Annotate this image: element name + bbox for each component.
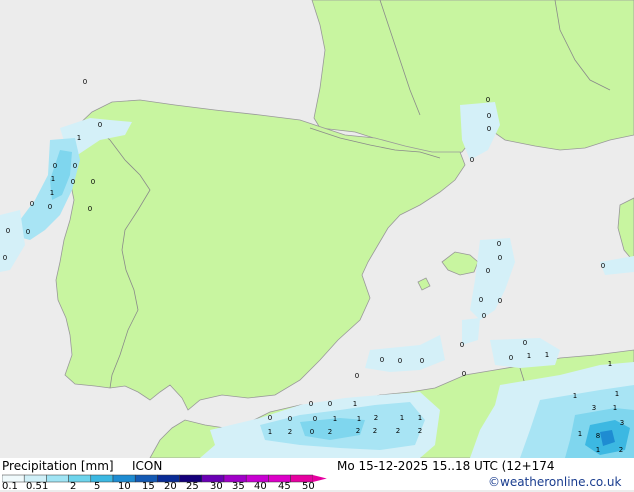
precip-value: 0 <box>479 296 483 304</box>
precip-value: 1 <box>357 415 361 423</box>
precip-value: 0 <box>460 341 464 349</box>
model-name: ICON <box>132 459 163 473</box>
precip-value: 2 <box>619 446 623 454</box>
precip-value: 2 <box>288 428 292 436</box>
legend-tick-label: 15 <box>142 481 155 492</box>
precip-value: 0 <box>487 125 491 133</box>
precip-value: 1 <box>51 175 55 183</box>
precip-value: 3 <box>620 419 624 427</box>
precip-value: 0 <box>497 240 501 248</box>
precip-value: 1 <box>50 189 54 197</box>
precip-value: 2 <box>396 427 400 435</box>
precip-value: 2 <box>356 427 360 435</box>
precip-value: 8 <box>596 432 600 440</box>
precip-value: 0 <box>487 112 491 120</box>
precipitation-map: 0010 01 0010 0 000000000000 0000 00 1 10 00000 0 10… <box>0 0 634 458</box>
precip-value: 0 <box>328 400 332 408</box>
precip-value: 0 <box>310 428 314 436</box>
precip-value: 1 <box>400 414 404 422</box>
legend-tick-label: 0.5 <box>26 481 42 492</box>
valid-time: Mo 15-12-2025 15..18 UTC (12+174 <box>337 459 555 473</box>
precip-value: 1 <box>527 352 531 360</box>
precip-value: 0 <box>288 415 292 423</box>
precip-value: 2 <box>374 414 378 422</box>
legend-tick-label: 40 <box>254 481 267 492</box>
precip-value: 0 <box>313 415 317 423</box>
credit-link[interactable]: ©weatheronline.co.uk <box>488 475 621 489</box>
map-title: Precipitation [mm] <box>2 459 114 473</box>
legend-tick-label: 10 <box>118 481 131 492</box>
legend-tick-label: 50 <box>302 481 315 492</box>
precip-value: 0 <box>30 200 34 208</box>
legend-tick-label: 0.1 <box>2 481 18 492</box>
precip-value: 2 <box>373 427 377 435</box>
precip-value: 0 <box>88 205 92 213</box>
precip-value: 0 <box>268 414 272 422</box>
precip-value: 0 <box>3 254 7 262</box>
precip-value: 0 <box>398 357 402 365</box>
precip-value: 0 <box>470 156 474 164</box>
legend-swatch <box>46 474 69 483</box>
precip-value: 2 <box>328 428 332 436</box>
precip-value: 2 <box>418 427 422 435</box>
precip-value: 0 <box>486 96 490 104</box>
precip-value: 0 <box>6 227 10 235</box>
precip-value: 0 <box>420 357 424 365</box>
precip-value: 1 <box>578 430 582 438</box>
precip-value: 0 <box>498 297 502 305</box>
precip-value: 1 <box>608 360 612 368</box>
precip-value: 0 <box>523 339 527 347</box>
precip-value: 0 <box>355 372 359 380</box>
precip-value: 1 <box>353 400 357 408</box>
precip-value: 0 <box>498 254 502 262</box>
legend-tick-label: 20 <box>164 481 177 492</box>
precip-value: 1 <box>418 414 422 422</box>
precip-value: 0 <box>380 356 384 364</box>
precip-value: 0 <box>71 178 75 186</box>
precip-value: 0 <box>482 312 486 320</box>
precip-value: 0 <box>601 262 605 270</box>
precip-value: 0 <box>53 162 57 170</box>
precip-value: 0 <box>73 162 77 170</box>
legend-tick-label: 2 <box>70 481 77 492</box>
precip-value: 1 <box>613 404 617 412</box>
precip-value: 0 <box>83 78 87 86</box>
precip-value: 0 <box>91 178 95 186</box>
precip-value: 0 <box>309 400 313 408</box>
precip-value: 1 <box>77 134 81 142</box>
precip-value: 1 <box>573 392 577 400</box>
precip-value: 0 <box>26 228 30 236</box>
legend-tick-label: 25 <box>186 481 199 492</box>
legend-tick-label: 1 <box>42 481 49 492</box>
legend-tick-label: 30 <box>210 481 223 492</box>
precip-value: 1 <box>333 415 337 423</box>
precip-value: 0 <box>98 121 102 129</box>
legend-arrow <box>312 475 327 482</box>
map-footer: Precipitation [mm] ICON Mo 15-12-2025 15… <box>0 458 634 492</box>
legend-tick-label: 5 <box>94 481 101 492</box>
precip-value: 1 <box>545 351 549 359</box>
precip-value: 0 <box>509 354 513 362</box>
precip-value: 1 <box>615 390 619 398</box>
precip-value: 0 <box>486 267 490 275</box>
precip-value: 1 <box>268 428 272 436</box>
precip-value: 3 <box>592 404 596 412</box>
precip-value: 0 <box>462 370 466 378</box>
legend-tick-label: 45 <box>278 481 291 492</box>
precip-value: 1 <box>596 446 600 454</box>
legend-tick-label: 35 <box>232 481 245 492</box>
precip-value: 0 <box>48 203 52 211</box>
